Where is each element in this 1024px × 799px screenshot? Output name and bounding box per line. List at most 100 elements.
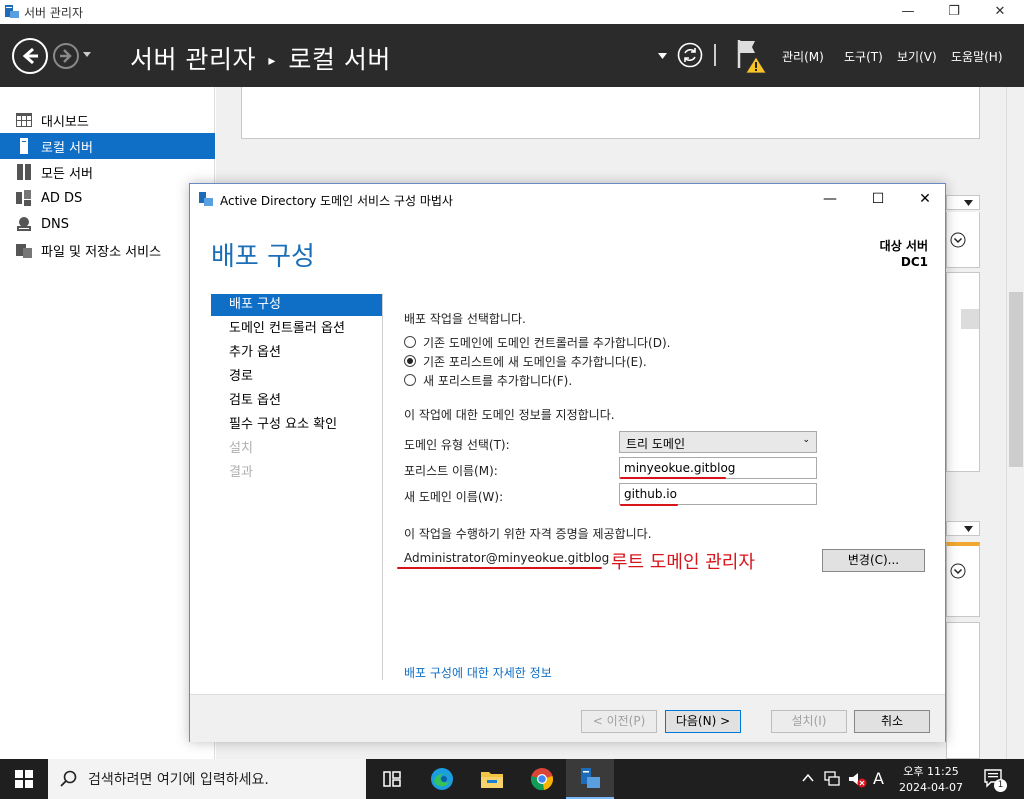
- step-results: 결과: [229, 465, 253, 480]
- scroll-thumb[interactable]: [961, 309, 979, 329]
- expand-circle-icon[interactable]: [950, 232, 966, 248]
- menu-help[interactable]: 도움말(H): [951, 48, 1003, 65]
- expand-circle-icon[interactable]: [950, 563, 966, 579]
- sidebar-item-ad-ds[interactable]: AD DS: [0, 185, 215, 211]
- menu-tools[interactable]: 도구(T): [844, 48, 883, 65]
- app-header: 서버 관리자 ▸ 로컬 서버 관리(M) 도구(T) 보기(V) 도움말(H): [0, 24, 1024, 87]
- storage-icon: [15, 242, 33, 258]
- new-domain-label: 새 도메인 이름(W):: [404, 490, 504, 504]
- previous-button[interactable]: < 이전(P): [581, 710, 657, 733]
- windows-logo-icon: [15, 770, 33, 788]
- step-installation: 설치: [229, 441, 253, 456]
- history-dropdown-icon[interactable]: [82, 51, 92, 59]
- chevron-down-icon: [964, 200, 973, 206]
- dns-icon: [15, 216, 33, 232]
- forest-name-field[interactable]: minyeokue.gitblog: [619, 457, 817, 479]
- refresh-icon[interactable]: [677, 42, 703, 68]
- left-navigation: 대시보드 로컬 서버 모든 서버 AD DS DNS 파일 및 저장소 서비스: [0, 87, 215, 759]
- task-view-button[interactable]: [368, 759, 416, 799]
- restore-button[interactable]: ❐: [931, 0, 977, 24]
- main-scrollbar-thumb[interactable]: [1009, 292, 1023, 467]
- search-placeholder: 검색하려면 여기에 입력하세요.: [88, 772, 269, 788]
- dialog-close-button[interactable]: ✕: [910, 188, 940, 210]
- clock-date[interactable]: 2024-04-07: [893, 781, 969, 794]
- sidebar-item-label: AD DS: [41, 190, 83, 206]
- radio-add-domain-label[interactable]: 기존 포리스트에 새 도메인을 추가합니다(E).: [423, 353, 647, 370]
- forward-button[interactable]: [53, 43, 79, 69]
- main-scrollbar[interactable]: [1006, 87, 1024, 759]
- step-prerequisites-check[interactable]: 필수 구성 요소 확인: [211, 414, 382, 436]
- dropdown-icon[interactable]: [658, 53, 667, 59]
- page-title: 배포 구성: [211, 242, 315, 272]
- services-panel: [946, 542, 980, 617]
- radio-add-domain[interactable]: [404, 355, 416, 367]
- taskbar-chrome[interactable]: [518, 759, 566, 799]
- close-button[interactable]: ✕: [977, 0, 1023, 24]
- dialog-maximize-button[interactable]: ☐: [863, 188, 893, 210]
- dialog-minimize-button[interactable]: —: [815, 188, 845, 210]
- sidebar-item-dns[interactable]: DNS: [0, 211, 215, 237]
- sidebar-item-label: 모든 서버: [41, 166, 93, 182]
- back-arrow-icon: [22, 47, 38, 65]
- taskbar-server-manager[interactable]: [566, 759, 614, 799]
- sidebar-item-dashboard[interactable]: 대시보드: [0, 107, 215, 133]
- step-additional-options[interactable]: 추가 옵션: [211, 342, 382, 364]
- install-button[interactable]: 설치(I): [771, 710, 847, 733]
- step-deployment-config[interactable]: 배포 구성: [211, 294, 382, 316]
- radio-add-forest[interactable]: [404, 374, 416, 386]
- radio-add-dc[interactable]: [404, 336, 416, 348]
- ad-ds-config-wizard: Active Directory 도메인 서비스 구성 마법사 — ☐ ✕ 배포…: [189, 183, 946, 742]
- step-review-options[interactable]: 검토 옵션: [211, 390, 382, 412]
- taskbar-search-box[interactable]: 검색하려면 여기에 입력하세요.: [48, 759, 366, 799]
- sidebar-item-label: DNS: [41, 216, 69, 232]
- sidebar-item-label: 로컬 서버: [41, 140, 93, 156]
- next-button[interactable]: 다음(N) >: [665, 710, 741, 733]
- clock-time[interactable]: 오후 11:25: [896, 763, 966, 779]
- steps-divider: [382, 294, 383, 680]
- cancel-button[interactable]: 취소: [854, 710, 930, 733]
- sidebar-item-local-server[interactable]: 로컬 서버: [0, 133, 215, 159]
- more-info-link[interactable]: 배포 구성에 대한 자세한 정보: [404, 664, 552, 681]
- header-divider: [714, 44, 716, 66]
- step-dc-options[interactable]: 도메인 컨트롤러 옵션: [211, 318, 382, 340]
- radio-add-dc-label[interactable]: 기존 도메인에 도메인 컨트롤러를 추가합니다(D).: [423, 334, 670, 351]
- show-hidden-icons-icon[interactable]: [802, 773, 814, 783]
- change-credentials-button[interactable]: 변경(C)...: [822, 549, 925, 572]
- breadcrumb: 서버 관리자 ▸ 로컬 서버: [130, 40, 391, 76]
- chevron-down-icon: ⌄: [802, 435, 810, 445]
- annotation-underline-domain: [620, 504, 678, 506]
- edge-browser-icon: [431, 768, 453, 790]
- menu-view[interactable]: 보기(V): [897, 48, 937, 65]
- notification-count-badge: 1: [994, 779, 1007, 792]
- panel-dropdown-2[interactable]: [946, 521, 980, 536]
- back-button[interactable]: [12, 38, 48, 74]
- taskbar-file-explorer[interactable]: [468, 759, 516, 799]
- events-panel: [946, 212, 980, 268]
- ime-indicator[interactable]: A: [873, 769, 884, 788]
- sidebar-item-file-storage[interactable]: 파일 및 저장소 서비스: [0, 237, 215, 263]
- minimize-button[interactable]: —: [885, 0, 931, 24]
- domain-type-label: 도메인 유형 선택(T):: [404, 438, 510, 452]
- start-button[interactable]: [0, 759, 48, 799]
- notifications-flag-icon[interactable]: [735, 38, 769, 74]
- credentials-value: Administrator@minyeokue.gitblog: [404, 551, 610, 565]
- network-icon[interactable]: [824, 771, 842, 787]
- file-explorer-icon: [481, 772, 503, 788]
- menu-manage[interactable]: 관리(M): [782, 48, 824, 65]
- action-center-button[interactable]: 1: [978, 767, 1014, 793]
- dialog-title: Active Directory 도메인 서비스 구성 마법사: [220, 194, 453, 208]
- domain-type-select[interactable]: 트리 도메인 ⌄: [619, 431, 817, 453]
- panel-dropdown-1[interactable]: [946, 195, 980, 210]
- volume-muted-icon[interactable]: [848, 771, 868, 789]
- taskbar-edge[interactable]: [418, 759, 466, 799]
- step-paths[interactable]: 경로: [211, 366, 382, 388]
- annotation-root-domain-admin: 루트 도메인 관리자: [611, 552, 755, 573]
- sidebar-item-all-servers[interactable]: 모든 서버: [0, 159, 215, 185]
- breadcrumb-root[interactable]: 서버 관리자: [130, 45, 256, 74]
- radio-add-forest-label[interactable]: 새 포리스트를 추가합니다(F).: [423, 372, 572, 389]
- dialog-footer: < 이전(P) 다음(N) > 설치(I) 취소: [190, 695, 945, 742]
- annotation-underline-credentials: [397, 567, 602, 569]
- server-manager-app-icon: [5, 5, 19, 18]
- servers-icon: [15, 164, 33, 180]
- new-domain-field[interactable]: github.io: [619, 483, 817, 505]
